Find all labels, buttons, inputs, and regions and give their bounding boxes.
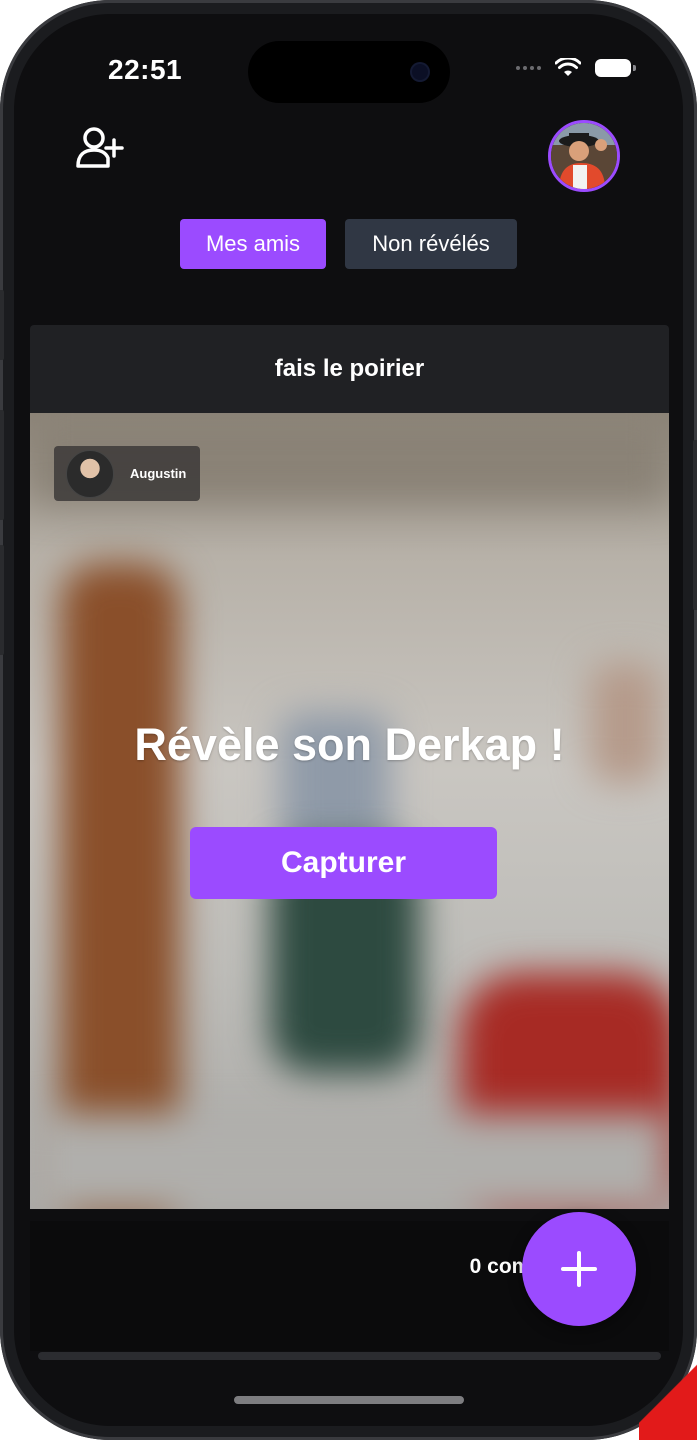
next-post-edge	[38, 1352, 661, 1360]
camera-icon	[412, 64, 428, 80]
reveal-title: Révèle son Derkap !	[134, 719, 565, 770]
power-button	[693, 440, 697, 610]
volume-down-button	[0, 545, 4, 655]
post-header: fais le poirier	[30, 325, 669, 413]
phone-frame: 22:51 Mes amis Non révélés fais le poiri…	[0, 0, 697, 1440]
cellular-signal-icon	[516, 66, 541, 70]
author-chip[interactable]: Augustin	[54, 446, 200, 501]
status-icons	[516, 58, 636, 78]
tab-non-reveles[interactable]: Non révélés	[345, 219, 517, 269]
battery-icon	[595, 59, 636, 77]
app-screen: 22:51 Mes amis Non révélés fais le poiri…	[14, 14, 683, 1426]
status-time: 22:51	[108, 54, 183, 85]
dynamic-island	[248, 41, 450, 103]
post-image: Augustin Révèle son Derkap ! Capturer	[30, 413, 669, 1209]
wifi-icon	[555, 58, 581, 76]
author-name: Augustin	[130, 466, 187, 481]
side-button	[0, 290, 4, 360]
capture-button[interactable]: Capturer	[190, 827, 497, 899]
volume-up-button	[0, 410, 4, 520]
profile-avatar[interactable]	[548, 120, 620, 192]
add-friend-icon[interactable]	[74, 122, 124, 172]
feed-tabs: Mes amis Non révélés	[14, 219, 683, 269]
author-avatar	[66, 449, 114, 498]
tab-mes-amis[interactable]: Mes amis	[180, 219, 326, 269]
home-indicator[interactable]	[234, 1396, 464, 1404]
plus-icon	[561, 1251, 597, 1287]
add-post-button[interactable]	[522, 1212, 636, 1326]
background-edge	[639, 1360, 697, 1440]
challenge-title: fais le poirier	[274, 355, 425, 382]
profile-photo	[551, 123, 617, 189]
